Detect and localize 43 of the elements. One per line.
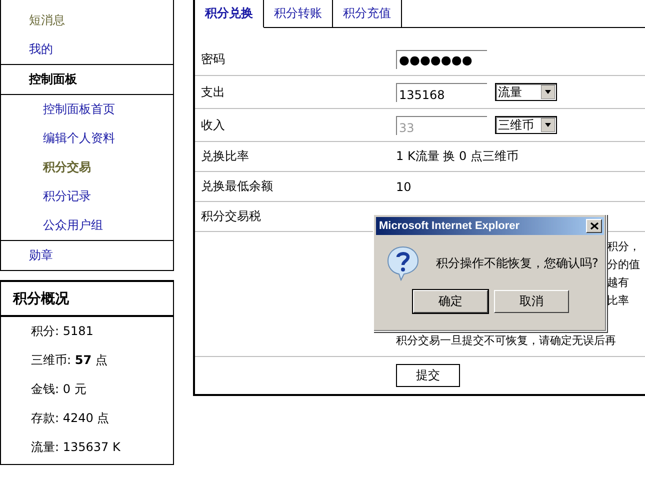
- note-text: 积分，: [607, 240, 640, 253]
- note-text: 分的值: [607, 258, 640, 271]
- panel-title: 积分概况: [1, 281, 173, 317]
- dropdown[interactable]: 流量: [495, 83, 557, 101]
- warning-text: 积分交易一旦提交不可恢复，请确定无误后再: [396, 334, 616, 347]
- dialog-message: 积分操作不能恢复，您确认吗?: [436, 254, 598, 272]
- menu-item[interactable]: 公众用户组: [43, 217, 103, 234]
- password-field[interactable]: ●●●●●●●: [396, 50, 487, 68]
- field-label: 支出: [201, 84, 225, 98]
- close-button[interactable]: [586, 219, 602, 233]
- input-field[interactable]: 135168: [396, 82, 487, 102]
- close-icon: [590, 222, 598, 230]
- stat-text: 积分: 5181: [31, 323, 94, 340]
- menu-item[interactable]: 积分交易: [43, 159, 91, 176]
- field-label: 密码: [201, 52, 225, 66]
- field-label: 收入: [201, 118, 225, 132]
- question-icon: [386, 245, 420, 281]
- field-value: 1 K流量 换 0 点三维币: [396, 148, 518, 165]
- menu-item[interactable]: 编辑个人资料: [43, 130, 115, 147]
- dialog-title: Microsoft Internet Explorer: [379, 220, 520, 232]
- note-text: 比率: [607, 294, 629, 307]
- stat-text: 金钱: 0 元: [31, 381, 86, 398]
- tab[interactable]: 积分充值: [333, 0, 402, 28]
- submit-button[interactable]: 提交: [396, 364, 460, 386]
- dropdown-arrow-icon: [541, 118, 555, 132]
- dialog-button[interactable]: 确定: [413, 290, 488, 313]
- stat-text: 三维币: 57 点: [31, 352, 108, 369]
- menu-item[interactable]: 积分记录: [43, 188, 91, 205]
- tab[interactable]: 积分兑换: [195, 0, 264, 28]
- menu-item[interactable]: 勋章: [29, 247, 53, 264]
- dropdown-arrow-icon: [541, 85, 555, 99]
- dialog-button[interactable]: 取消: [494, 290, 569, 313]
- menu-item[interactable]: 控制面板首页: [43, 101, 115, 118]
- field-label: 兑换最低余额: [201, 179, 273, 193]
- stat-text: 流量: 135637 K: [31, 439, 120, 456]
- field-value: 10: [396, 180, 412, 194]
- tab[interactable]: 积分转账: [264, 0, 333, 28]
- field-label: 兑换比率: [201, 149, 249, 163]
- note-text: 越有: [607, 276, 629, 289]
- menu-item[interactable]: 我的: [29, 41, 53, 58]
- menu-item[interactable]: 短消息: [29, 12, 65, 29]
- stat-text: 存款: 4240 点: [31, 410, 110, 427]
- field-label: 积分交易税: [201, 209, 261, 223]
